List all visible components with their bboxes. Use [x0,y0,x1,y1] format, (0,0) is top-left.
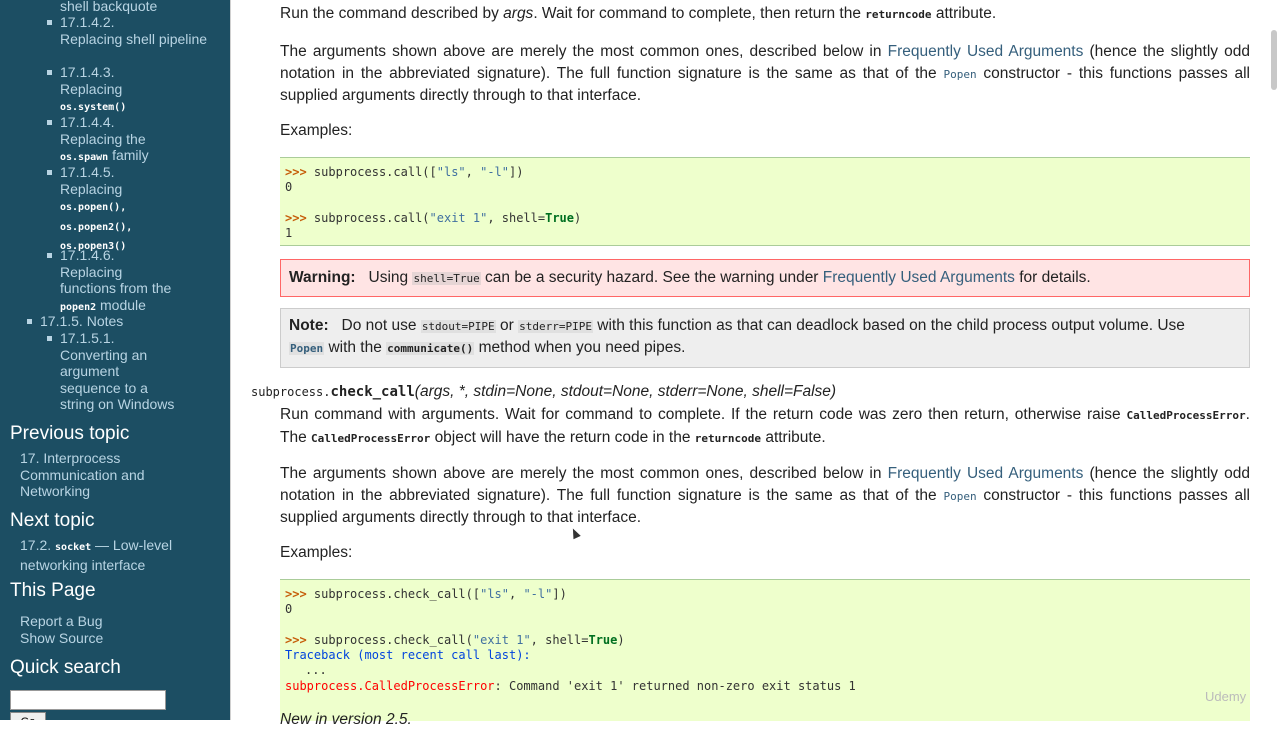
next-topic-link[interactable]: 17.2. socket — Low-level networking inte… [20,537,210,573]
popen-link[interactable]: Popen [289,342,325,355]
quick-search-heading: Quick search [10,657,121,678]
frequently-used-arguments-link[interactable]: Frequently Used Arguments [823,269,1015,286]
toc-item-17-1-4-5[interactable]: 17.1.4.5. Replacing os.popen(), os.popen2… [60,164,210,256]
popen-link[interactable]: Popen [943,68,976,81]
previous-topic-heading: Previous topic [10,423,130,444]
note-admonition: Note: Do not use stdout=PIPE or stderr=P… [280,308,1250,368]
udemy-watermark: Udemy [1205,689,1247,704]
warning-admonition: Warning: Using shell=True can be a secur… [280,259,1250,297]
toc-item-17-1-4-6[interactable]: 17.1.4.6. Replacing functions from the pope… [60,247,220,316]
toc-item-17-1-5[interactable]: 17.1.5. Notes [40,313,123,330]
search-input[interactable] [10,690,166,710]
bullet-icon [47,170,52,175]
bullet-icon [47,70,52,75]
bullet-icon [47,20,52,25]
toc-item[interactable]: shell backquote [60,0,157,15]
next-topic-heading: Next topic [10,510,95,531]
bullet-icon [27,319,32,324]
toc-item-17-1-4-2[interactable]: 17.1.4.2. Replacing shell pipeline [60,14,210,47]
examples-label: Examples: [280,544,353,561]
popen-link[interactable]: Popen [943,490,976,503]
bullet-icon [47,253,52,258]
go-button[interactable]: Go [10,712,46,720]
call-code-example: >>> subprocess.call(["ls", "-l"]) 0 >>> … [280,157,1250,246]
toc-item-17-1-4-4[interactable]: 17.1.4.4. Replacing the os.spawn family [60,114,210,167]
report-bug-link[interactable]: Report a Bug [20,613,103,630]
sidebar: shell backquote 17.1.4.2. Replacing shell… [0,0,230,720]
examples-label: Examples: [280,122,353,139]
bullet-icon [47,120,52,125]
previous-topic-link[interactable]: 17. Interprocess Communication and Netwo… [20,450,190,500]
check-call-args-paragraph: The arguments shown above are merely the… [280,465,1251,526]
show-source-link[interactable]: Show Source [20,630,103,647]
call-args-paragraph: The arguments shown above are merely the… [280,43,1251,104]
main-content: Run the command described by args. Wait … [231,0,1280,728]
call-description: Run the command described by args. Wait … [280,5,997,22]
new-in-version-note: New in version 2.5. [280,711,412,728]
bullet-icon [47,336,52,341]
frequently-used-arguments-link[interactable]: Frequently Used Arguments [888,43,1084,60]
check-call-signature: subprocess.check_call(args, *, stdin=Non… [251,383,837,400]
scrollbar-thumb[interactable] [1271,30,1277,90]
frequently-used-arguments-link[interactable]: Frequently Used Arguments [888,465,1084,482]
toc-item-17-1-5-1[interactable]: 17.1.5.1. Converting an argument sequence t… [60,330,200,413]
toc-item-17-1-4-3[interactable]: 17.1.4.3. Replacing os.system() [60,64,210,117]
check-call-code-example: >>> subprocess.check_call(["ls", "-l"]) … [280,579,1250,721]
check-call-description: Run command with arguments. Wait for com… [280,406,1250,446]
this-page-heading: This Page [10,580,96,601]
